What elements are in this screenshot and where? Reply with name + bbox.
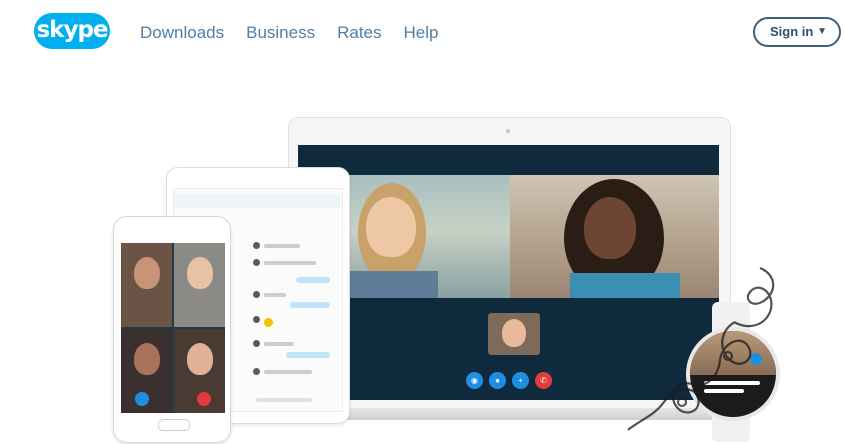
chevron-down-icon: ▼: [817, 26, 827, 37]
nav-link-rates[interactable]: Rates: [337, 23, 381, 43]
nav-link-downloads[interactable]: Downloads: [140, 23, 224, 43]
phone-end-call-icon: [197, 392, 211, 406]
main-nav: Downloads Business Rates Help: [140, 23, 438, 43]
skype-logo[interactable]: skype: [34, 13, 110, 49]
phone-video-icon: [135, 392, 149, 406]
sign-in-label: Sign in: [770, 24, 814, 39]
phone-group-call-screen: [121, 243, 225, 413]
end-call-icon[interactable]: ✆: [535, 372, 552, 389]
nav-link-help[interactable]: Help: [404, 23, 439, 43]
self-view-video: [488, 313, 540, 355]
tablet-toolbar: [174, 194, 340, 208]
nav-link-business[interactable]: Business: [246, 23, 315, 43]
laptop-camera: [506, 129, 510, 133]
video-tile-man-glasses: [174, 243, 225, 327]
video-tile-man-smiling: [121, 243, 172, 327]
plus-icon[interactable]: +: [512, 372, 529, 389]
sign-in-button[interactable]: Sign in ▼: [753, 17, 841, 47]
site-header: skype Downloads Business Rates Help Sign…: [0, 0, 845, 70]
mic-icon[interactable]: ●: [489, 372, 506, 389]
video-icon[interactable]: ◉: [466, 372, 483, 389]
handwritten-watermark: [627, 266, 775, 431]
video-tile-woman-blonde: [348, 175, 510, 298]
phone-home-button: [158, 419, 190, 431]
